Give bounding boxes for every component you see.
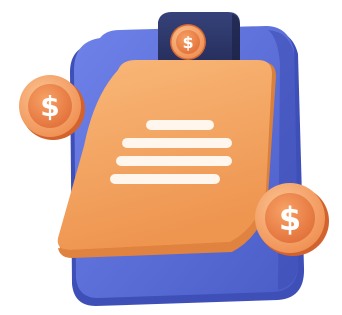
text-line: [116, 156, 232, 166]
coin-symbol: $: [182, 33, 193, 52]
text-line: [110, 174, 220, 184]
dollar-coin-icon: $: [170, 24, 206, 60]
coin-symbol: $: [40, 90, 59, 123]
illustration-canvas: $ $ $: [19, 12, 329, 306]
coin-symbol: $: [279, 200, 301, 238]
finance-clipboard-illustration: $ $ $: [0, 0, 342, 315]
text-line: [122, 138, 232, 148]
text-line: [146, 120, 214, 130]
